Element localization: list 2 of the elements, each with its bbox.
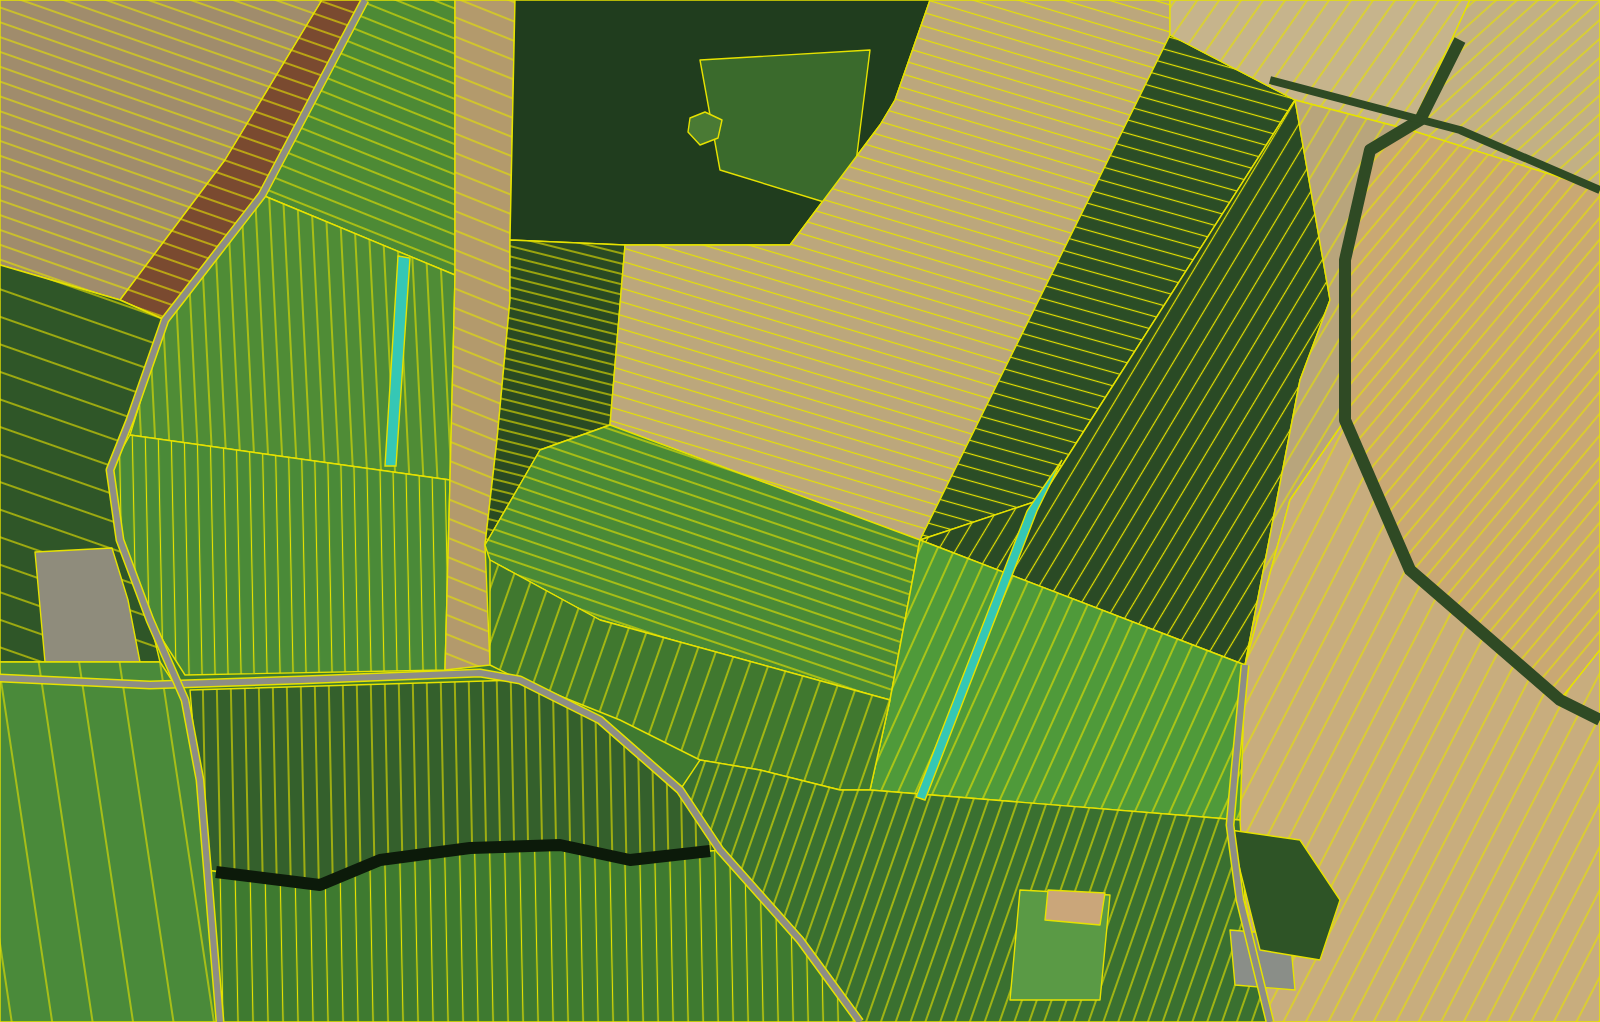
small-parcel bbox=[687, 111, 723, 146]
sand-court bbox=[1044, 889, 1106, 926]
